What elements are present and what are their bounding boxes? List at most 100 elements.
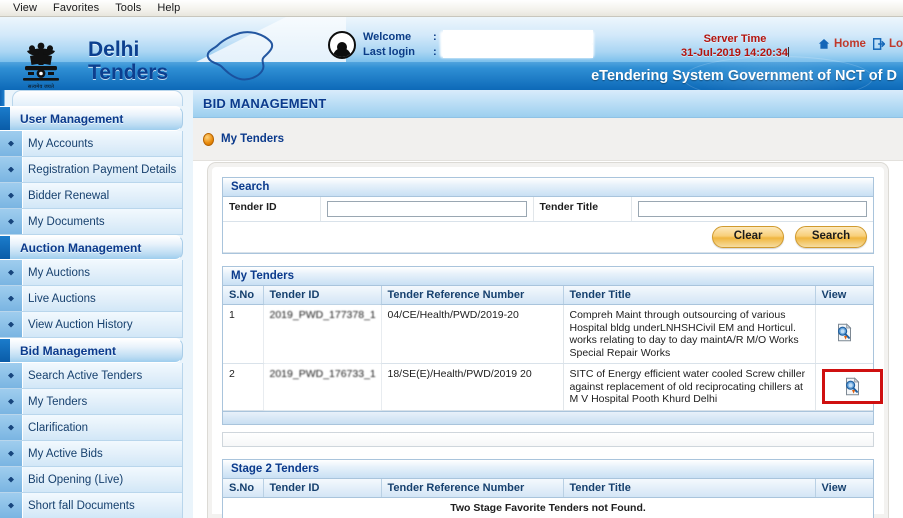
redacted-user-details <box>440 31 594 58</box>
sidebar-item-label: Search Active Tenders <box>28 369 143 382</box>
cell-tender-id: 2019_PWD_176733_1 <box>263 363 382 411</box>
my-tenders-footer-strip <box>223 410 873 424</box>
sidebar-item-short-fall-documents[interactable]: Short fall Documents <box>0 493 183 518</box>
page-title: BID MANAGEMENT <box>193 90 903 118</box>
bullet-icon <box>8 372 14 379</box>
user-avatar-icon <box>328 31 356 59</box>
home-link[interactable]: Home <box>818 38 866 50</box>
sidebar-group-auction-management: Auction Management <box>0 235 183 260</box>
sidebar-item-label: Registration Payment Details <box>28 163 177 176</box>
welcome-label: Welcome <box>363 31 412 43</box>
search-buttons-row: Clear Search <box>223 221 873 253</box>
bullet-icon <box>8 192 14 199</box>
sidebar-group-user-management: User Management <box>0 106 183 131</box>
tender-id-label: Tender ID <box>223 197 321 222</box>
home-link-label: Home <box>833 38 866 50</box>
sidebar-item-my-accounts[interactable]: My Accounts <box>0 131 183 157</box>
logout-icon <box>872 38 885 50</box>
my-tenders-title: My Tenders <box>223 266 873 286</box>
bullet-icon <box>8 398 14 405</box>
tender-title-input[interactable] <box>637 201 867 217</box>
search-buttons-cell: Clear Search <box>223 221 873 253</box>
sidebar-item-my-documents[interactable]: My Documents <box>0 209 183 235</box>
col-tender-id: Tender ID <box>263 285 382 305</box>
document-search-icon[interactable] <box>835 322 854 342</box>
site-tagline-band: eTendering System Government of NCT of D <box>0 56 903 90</box>
highlight-box <box>821 369 883 405</box>
sidebar-item-label: My Accounts <box>28 137 94 150</box>
brand-line-1: Delhi <box>88 38 140 61</box>
tender-id-input[interactable] <box>326 201 527 217</box>
bullet-icon <box>8 295 14 302</box>
sidebar-item-label: Bidder Renewal <box>28 189 110 202</box>
bullet-orange-icon <box>203 132 214 146</box>
home-icon <box>818 39 830 49</box>
my-tenders-table: S.No Tender ID Tender Reference Number T… <box>223 285 883 411</box>
bullet-icon <box>8 269 14 276</box>
menu-item-tools[interactable]: Tools <box>108 1 150 16</box>
header-nav-links: Home Lo <box>818 38 903 50</box>
col-view: View <box>815 285 873 305</box>
sidebar-item-label: View Auction History <box>28 318 133 331</box>
search-fields-row: Tender ID Tender Title <box>223 197 873 222</box>
sidebar-item-bidder-renewal[interactable]: Bidder Renewal <box>0 183 183 209</box>
sidebar-item-my-auctions[interactable]: My Auctions <box>0 260 183 286</box>
sidebar-item-label: My Active Bids <box>28 447 103 460</box>
sidebar-item-clarification[interactable]: Clarification <box>0 415 183 441</box>
sidebar-item-view-auction-history[interactable]: View Auction History <box>0 312 183 338</box>
sidebar-item-registration-payment-details[interactable]: Registration Payment Details <box>0 157 183 183</box>
site-header: सत्यमेव जयते Delhi Tenders Welcome : Las… <box>0 17 903 90</box>
bullet-icon <box>8 476 14 483</box>
sidebar-item-label: Live Auctions <box>28 292 96 305</box>
bullet-icon <box>8 450 14 457</box>
cell-reference-number: 18/SE(E)/Health/PWD/2019 20 <box>381 363 564 411</box>
document-search-icon[interactable] <box>843 377 862 396</box>
my-tenders-panel: My Tenders S.No Tender ID Tender Referen… <box>222 265 883 425</box>
browser-menu-bar: View Favorites Tools Help <box>0 0 903 17</box>
section-divider <box>222 431 874 447</box>
cell-view-highlighted <box>815 363 883 411</box>
breadcrumb-label: My Tenders <box>221 133 285 145</box>
content-panel: Search Tender ID Tender Title Clear Sear… <box>207 162 889 518</box>
cell-sno: 2 <box>223 363 264 411</box>
col-tender-reference-number: Tender Reference Number <box>381 478 564 498</box>
menu-item-help[interactable]: Help <box>150 1 189 16</box>
cell-tender-id: 2019_PWD_177378_1 <box>263 304 382 364</box>
sidebar-item-label: My Documents <box>28 215 105 228</box>
table-header-row: S.No Tender ID Tender Reference Number T… <box>223 478 873 498</box>
logout-link[interactable]: Lo <box>872 38 903 50</box>
table-row: 2 2019_PWD_176733_1 18/SE(E)/Health/PWD/… <box>223 363 883 411</box>
cell-view <box>815 304 873 364</box>
menu-item-favorites[interactable]: Favorites <box>46 1 108 16</box>
sidebar-item-label: Bid Opening (Live) <box>28 473 124 486</box>
bullet-icon <box>8 424 14 431</box>
tender-title-field-cell <box>631 197 873 222</box>
search-panel-title: Search <box>223 178 873 197</box>
sidebar-group-bid-management: Bid Management <box>0 338 183 363</box>
sidebar-item-live-auctions[interactable]: Live Auctions <box>0 286 183 312</box>
menu-item-view[interactable]: View <box>6 1 46 16</box>
sidebar-item-my-active-bids[interactable]: My Active Bids <box>0 441 183 467</box>
table-row: 1 2019_PWD_177378_1 04/CE/Health/PWD/201… <box>223 304 873 364</box>
col-tender-title: Tender Title <box>563 285 816 305</box>
sidebar-item-search-active-tenders[interactable]: Search Active Tenders <box>0 363 183 389</box>
col-sno: S.No <box>223 478 264 498</box>
sidebar-item-label: My Tenders <box>28 395 88 408</box>
empty-state-row: Two Stage Favorite Tenders not Found. <box>223 497 873 518</box>
stage2-tenders-panel: Stage 2 Tenders S.No Tender ID Tender Re… <box>222 458 874 518</box>
cell-tender-title: SITC of Energy efficient water cooled Sc… <box>563 363 816 411</box>
search-button[interactable]: Search <box>795 226 867 248</box>
sidebar-item-my-tenders[interactable]: My Tenders <box>0 389 183 415</box>
clear-button[interactable]: Clear <box>712 226 785 248</box>
sidebar-item-bid-opening-live[interactable]: Bid Opening (Live) <box>0 467 183 493</box>
cell-sno: 1 <box>223 304 264 364</box>
logout-link-label: Lo <box>888 38 903 50</box>
page-body: User Management My Accounts Registration… <box>0 90 903 518</box>
search-form-table: Tender ID Tender Title Clear Search <box>223 197 873 253</box>
tender-title-label: Tender Title <box>533 197 632 222</box>
bullet-icon <box>8 218 14 225</box>
search-panel: Search Tender ID Tender Title Clear Sear… <box>222 177 874 254</box>
bullet-icon <box>8 140 14 147</box>
stage2-empty-message: Two Stage Favorite Tenders not Found. <box>223 497 873 518</box>
stage2-tenders-table: S.No Tender ID Tender Reference Number T… <box>223 478 873 518</box>
